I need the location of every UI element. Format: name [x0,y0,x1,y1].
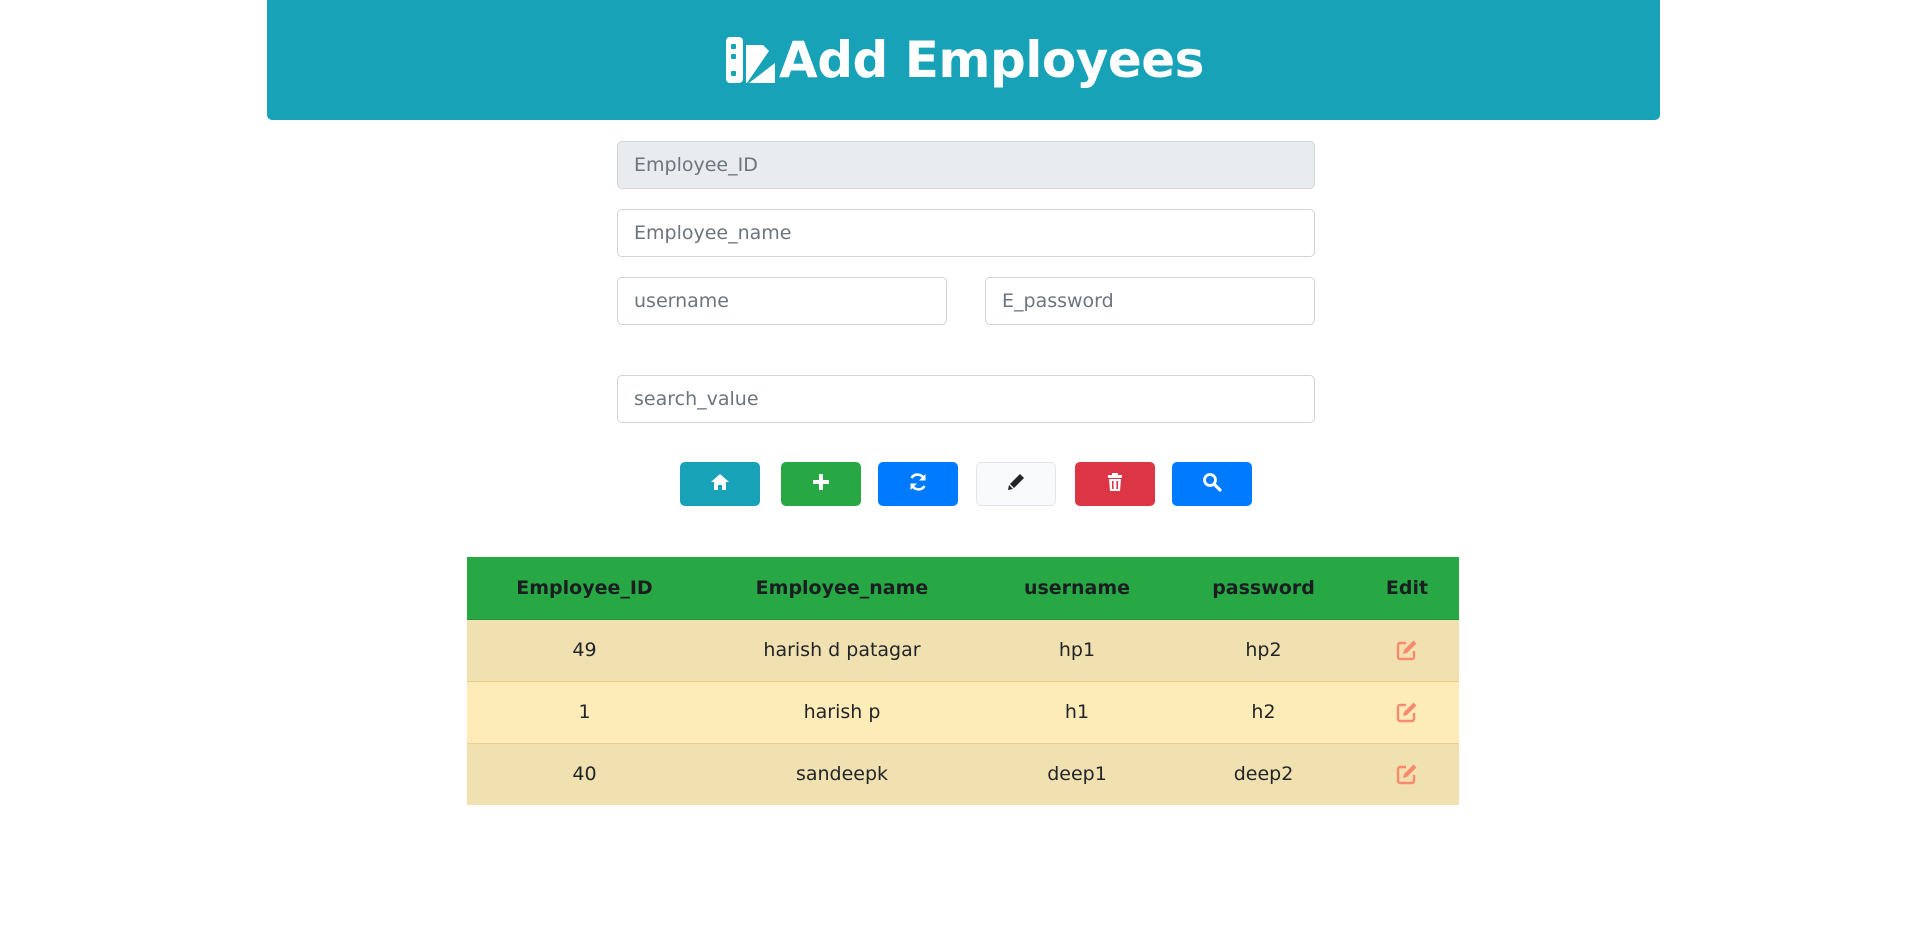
delete-button[interactable] [1075,462,1155,506]
password-field[interactable] [985,277,1315,325]
edit-icon[interactable] [1395,639,1419,661]
column-header: password [1172,557,1355,620]
password-cell: h2 [1172,680,1355,743]
column-header: Employee_name [702,557,982,620]
edit-cell [1355,742,1459,805]
username-cell: hp1 [982,618,1172,681]
table-row: 1 harish p h1 h2 [467,680,1459,743]
employee-id-field[interactable] [617,141,1315,189]
search-input[interactable] [617,375,1315,423]
edit-button[interactable] [976,462,1056,506]
edit-cell [1355,618,1459,681]
search-icon [1201,471,1223,498]
home-icon [709,471,731,498]
table-header-row: Employee_ID Employee_name username passw… [467,557,1459,620]
header-banner: Add Employees [267,0,1660,120]
employee-name-cell: harish d patagar [702,618,982,681]
edit-icon[interactable] [1395,701,1419,723]
refresh-icon [907,471,929,498]
username-cell: deep1 [982,742,1172,805]
username-cell: h1 [982,680,1172,743]
employee-id-cell: 49 [467,618,702,681]
pencil-icon [1005,471,1027,498]
employee-id-cell: 40 [467,742,702,805]
refresh-button[interactable] [878,462,958,506]
password-cell: hp2 [1172,618,1355,681]
table-row: 40 sandeepk deep1 deep2 [467,742,1459,805]
employee-name-cell: sandeepk [702,742,982,805]
plus-icon [810,471,832,498]
column-header: Employee_ID [467,557,702,620]
employee-id-cell: 1 [467,680,702,743]
edit-cell [1355,680,1459,743]
table-row: 49 harish d patagar hp1 hp2 [467,618,1459,681]
database-pencil-icon [723,33,777,87]
username-field[interactable] [617,277,947,325]
column-header: username [982,557,1172,620]
page: Add Employees Employee_ID Employee_name … [0,0,1917,940]
trash-icon [1104,471,1126,498]
column-header: Edit [1355,557,1459,620]
home-button[interactable] [680,462,760,506]
employee-name-field[interactable] [617,209,1315,257]
search-button[interactable] [1172,462,1252,506]
employee-name-cell: harish p [702,680,982,743]
page-title: Add Employees [779,31,1204,89]
employee-table: Employee_ID Employee_name username passw… [467,557,1459,805]
add-button[interactable] [781,462,861,506]
password-cell: deep2 [1172,742,1355,805]
edit-icon[interactable] [1395,763,1419,785]
